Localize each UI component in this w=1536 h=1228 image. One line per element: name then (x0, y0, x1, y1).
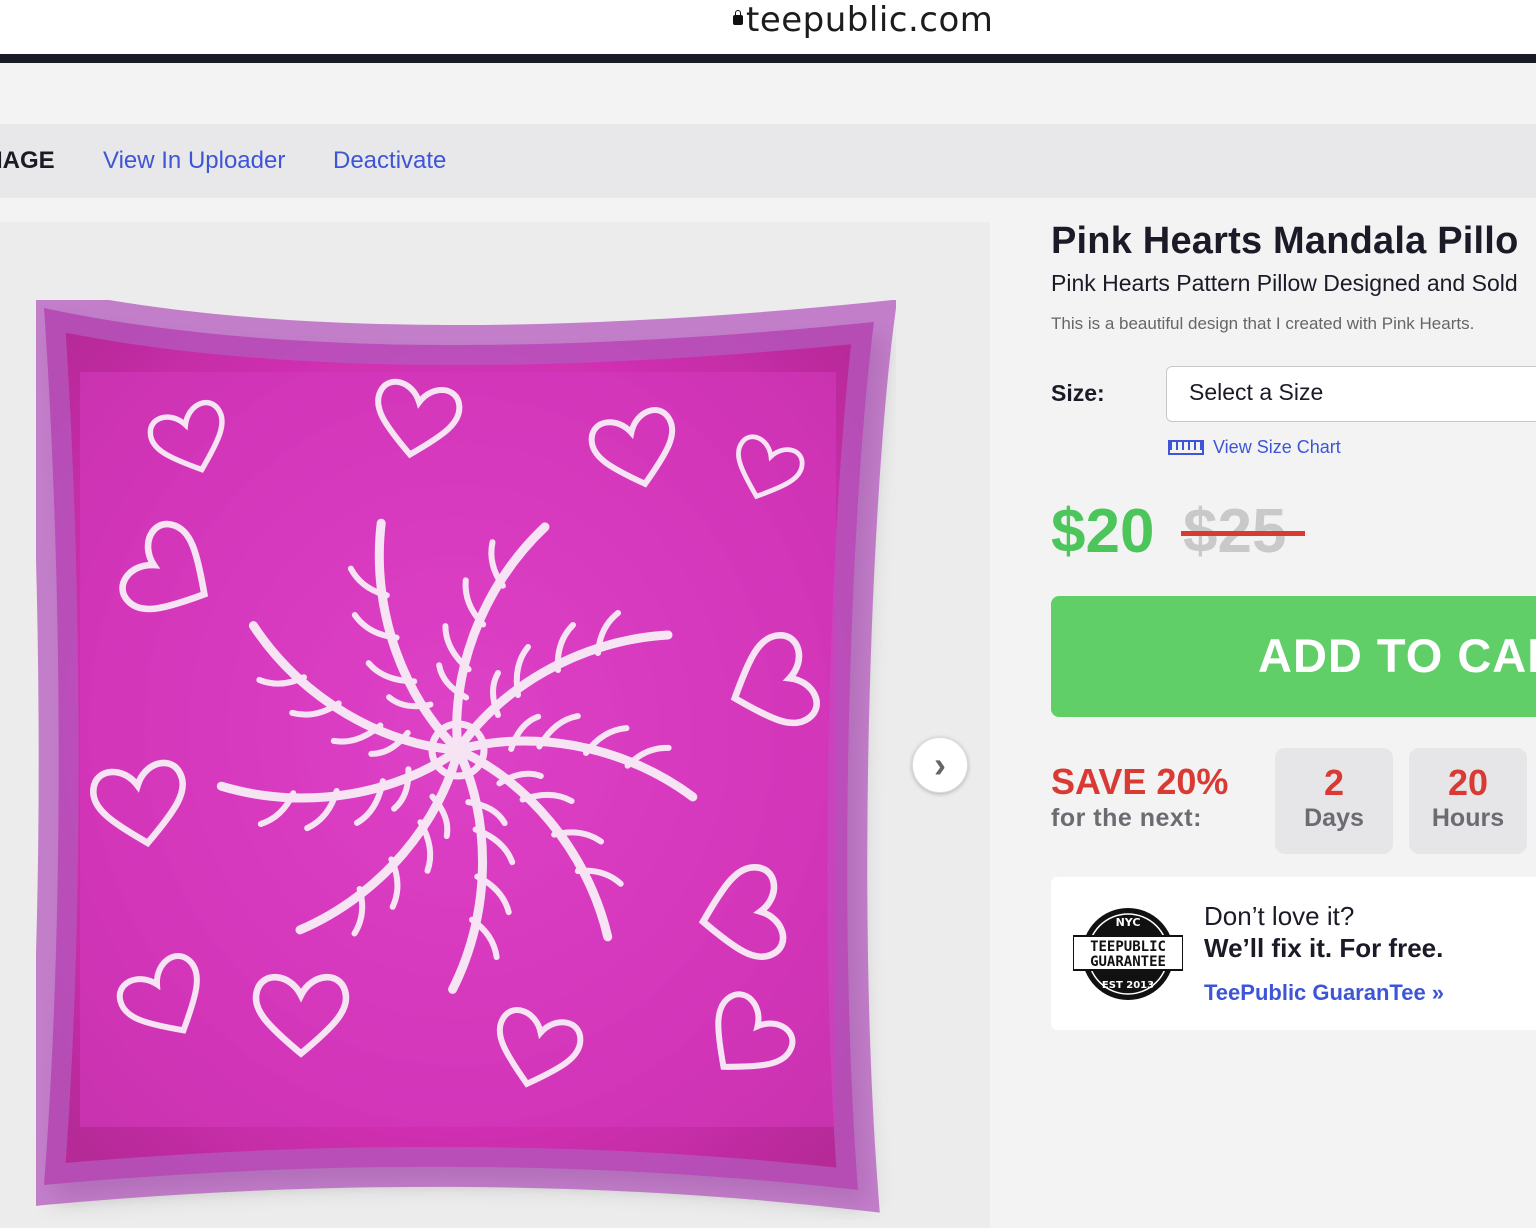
ruler-icon (1168, 440, 1204, 455)
svg-text:EST 2013: EST 2013 (1102, 980, 1154, 991)
sale-headline: SAVE 20% (1051, 761, 1229, 802)
chevron-right-icon: › (934, 744, 946, 785)
browser-url-bar[interactable]: teepublic.com (0, 0, 1536, 54)
product-title: Pink Hearts Mandala Pillo (1051, 220, 1519, 262)
deactivate-link[interactable]: Deactivate (333, 146, 446, 176)
product-subtitle: Pink Hearts Pattern Pillow Designed and … (1051, 270, 1518, 296)
site-header-bar (0, 54, 1536, 63)
gallery-next-button[interactable]: › (912, 737, 968, 793)
size-select-value: Select a Size (1189, 379, 1324, 405)
svg-text:NYC: NYC (1116, 916, 1141, 929)
guarantee-promise: We’ll fix it. For free. (1204, 933, 1444, 963)
product-description: This is a beautiful design that I create… (1051, 314, 1475, 333)
product-image[interactable] (22, 282, 898, 1225)
svg-text:GUARANTEE: GUARANTEE (1090, 954, 1166, 970)
guarantee-seal-icon: NYC TEEPUBLIC GUARANTEE EST 2013 (1072, 908, 1184, 1000)
add-to-cart-label: ADD TO CART (1258, 629, 1536, 682)
current-price: $20 (1051, 497, 1155, 566)
lock-icon (733, 10, 743, 25)
size-chart-label: View Size Chart (1213, 437, 1341, 457)
guarantee-link[interactable]: TeePublic GuaranTee » (1204, 980, 1444, 1006)
price-strikethrough (1181, 531, 1305, 536)
guarantee-question: Don’t love it? (1204, 901, 1355, 931)
admin-tab-manage[interactable]: IAGE (0, 146, 55, 176)
countdown-days-unit: Days (1304, 804, 1364, 832)
countdown-days-value: 2 (1323, 762, 1345, 803)
size-label: Size: (1051, 380, 1105, 406)
view-in-uploader-link[interactable]: View In Uploader (103, 146, 285, 176)
view-size-chart-link[interactable]: View Size Chart (1168, 437, 1341, 458)
svg-text:TEEPUBLIC: TEEPUBLIC (1090, 939, 1166, 955)
url-text[interactable]: teepublic.com (733, 0, 993, 40)
guarantee-badge-logo: NYC TEEPUBLIC GUARANTEE EST 2013 (1072, 906, 1184, 1007)
countdown-hours-value: 20 (1447, 762, 1489, 803)
pillow-image (22, 282, 898, 1213)
header-spacer (0, 63, 1536, 124)
url-domain: teepublic.com (746, 0, 994, 40)
countdown-hours-unit: Hours (1431, 804, 1505, 832)
sale-subtext: for the next: (1051, 804, 1202, 832)
